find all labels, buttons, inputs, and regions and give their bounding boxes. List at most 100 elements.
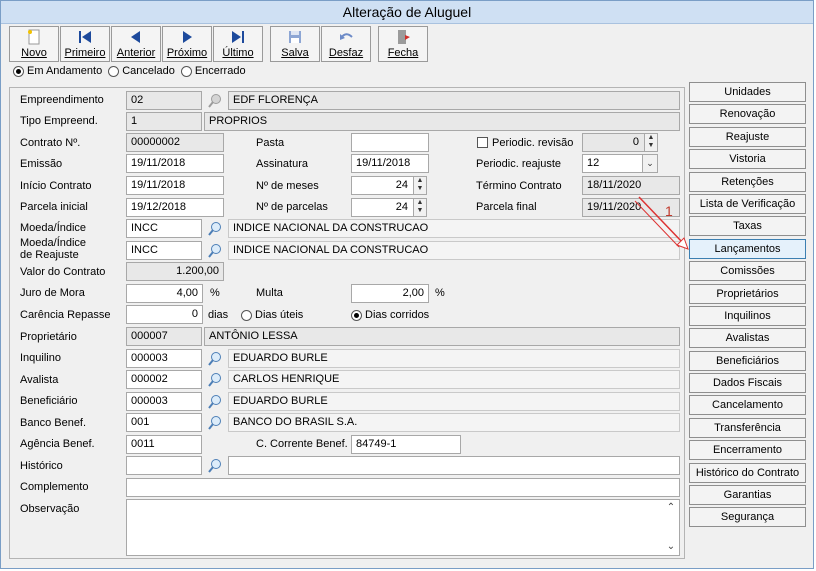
status-em-andamento[interactable]: Em Andamento [13,65,102,77]
garantias-button[interactable]: Garantias [689,485,806,506]
undo-icon [338,29,354,45]
c-corrente-field[interactable]: 84749-1 [351,435,461,454]
tipo-empreend-code[interactable]: 1 [126,112,202,131]
novo-button[interactable]: Novo [9,26,59,62]
moeda-reajuste-label-line2: de Reajuste [20,249,79,261]
scroll-down-icon[interactable]: ⌄ [664,540,678,553]
status-cancelado[interactable]: Cancelado [108,65,175,77]
search-icon[interactable] [205,413,225,432]
dados-fiscais-button[interactable]: Dados Fiscais [689,373,806,394]
scroll-up-icon[interactable]: ⌃ [664,501,678,514]
search-icon[interactable] [205,241,225,260]
cancelamento-button[interactable]: Cancelamento [689,395,806,416]
status-radio-group: Em Andamento Cancelado Encerrado [13,65,252,77]
avalistas-button[interactable]: Avalistas [689,328,806,349]
contrato-label: Contrato Nº. [20,137,81,149]
taxas-button[interactable]: Taxas [689,216,806,237]
historico-label: Histórico [20,460,63,472]
parcela-final-label: Parcela final [476,201,537,213]
close-door-icon [395,29,411,45]
search-icon[interactable] [205,349,225,368]
inicio-contrato-field[interactable]: 19/11/2018 [126,176,224,195]
ultimo-button[interactable]: Último [213,26,263,62]
emissao-field[interactable]: 19/11/2018 [126,154,224,173]
proprietario-code[interactable]: 000007 [126,327,202,346]
agencia-benef-field[interactable]: 0011 [126,435,202,454]
lista-verificacao-button[interactable]: Lista de Verificação [689,193,806,214]
salva-button[interactable]: Salva [270,26,320,62]
periodic-revisao-label: Periodic. revisão [492,137,574,149]
search-icon[interactable] [205,392,225,411]
vistoria-button[interactable]: Vistoria [689,149,806,170]
pasta-label: Pasta [256,137,285,149]
beneficiario-label: Beneficiário [20,395,78,407]
status-label: Encerrado [194,65,246,77]
primeiro-label: Primeiro [64,47,106,59]
valor-contrato-field[interactable]: 1.200,00 [126,262,224,281]
juro-mora-field[interactable]: 4,00 [126,284,203,303]
proprietarios-button[interactable]: Proprietários [689,283,806,304]
emissao-label: Emissão [20,158,63,170]
complemento-field[interactable] [126,478,680,497]
observacao-textarea[interactable] [126,499,680,556]
chevron-down-icon[interactable]: ⌄ [642,155,657,172]
status-encerrado[interactable]: Encerrado [180,65,246,77]
banco-benef-code[interactable]: 001 [126,413,202,432]
search-icon[interactable] [205,219,225,238]
spin-updown-icon[interactable]: ▲ ▼ [413,177,426,194]
beneficiarios-button[interactable]: Beneficiários [689,350,806,371]
seguranca-button[interactable]: Segurança [689,507,806,528]
inquilino-code[interactable]: 000003 [126,349,202,368]
dias-uteis-option[interactable]: Dias úteis [241,309,303,321]
radio-icon [351,309,362,321]
dias-uteis-label: Dias úteis [255,309,304,321]
inquilino-label: Inquilino [20,352,61,364]
empreendimento-label: Empreendimento [20,94,104,106]
historico-contrato-button[interactable]: Histórico do Contrato [689,462,806,483]
contrato-field[interactable]: 00000002 [126,133,224,152]
periodic-revisao-checkbox[interactable] [477,137,488,148]
renovacao-button[interactable]: Renovação [689,104,806,125]
encerramento-button[interactable]: Encerramento [689,440,806,461]
search-icon[interactable] [205,456,225,475]
radio-icon [180,65,192,77]
side-button-column: Unidades Renovação Reajuste Vistoria Ret… [689,82,808,530]
proximo-button[interactable]: Próximo [162,26,212,62]
radio-icon [108,65,120,77]
carencia-label: Carência Repasse [20,309,111,321]
assinatura-field[interactable]: 19/11/2018 [351,154,429,173]
retencoes-button[interactable]: Retenções [689,171,806,192]
fecha-button[interactable]: Fecha [378,26,428,62]
moeda-indice-code[interactable]: INCC [126,219,202,238]
parcela-inicial-field[interactable]: 19/12/2018 [126,198,224,217]
spin-updown-icon[interactable]: ▲ ▼ [413,199,426,216]
empreendimento-code[interactable]: 02 [126,91,202,110]
carencia-field[interactable]: 0 [126,305,203,324]
search-icon[interactable] [205,370,225,389]
moeda-reajuste-code[interactable]: INCC [126,241,202,260]
lancamentos-button[interactable]: Lançamentos [689,238,806,259]
dias-corridos-label: Dias corridos [365,309,430,321]
novo-label: Novo [21,47,47,59]
spin-updown-icon[interactable]: ▲ ▼ [644,134,657,151]
agencia-benef-label: Agência Benef. [20,438,95,450]
transferencia-button[interactable]: Transferência [689,417,806,438]
comissoes-button[interactable]: Comissões [689,261,806,282]
desfaz-button[interactable]: Desfaz [321,26,371,62]
primeiro-button[interactable]: Primeiro [60,26,110,62]
anterior-button[interactable]: Anterior [111,26,161,62]
search-disabled-icon[interactable] [205,91,225,110]
form-panel: Empreendimento 02 EDF FLORENÇA Tipo Empr… [9,87,685,559]
unidades-button[interactable]: Unidades [689,82,806,102]
multa-field[interactable]: 2,00 [351,284,429,303]
textarea-scrollbar[interactable]: ⌃ ⌄ [664,501,678,553]
dias-corridos-option[interactable]: Dias corridos [351,309,429,321]
inquilinos-button[interactable]: Inquilinos [689,305,806,326]
pasta-field[interactable] [351,133,429,152]
reajuste-button[interactable]: Reajuste [689,126,806,147]
beneficiario-code[interactable]: 000003 [126,392,202,411]
annotation-number: 1 [665,203,673,219]
avalista-code[interactable]: 000002 [126,370,202,389]
historico-code[interactable] [126,456,202,475]
moeda-indice-label: Moeda/Índice [20,222,87,234]
